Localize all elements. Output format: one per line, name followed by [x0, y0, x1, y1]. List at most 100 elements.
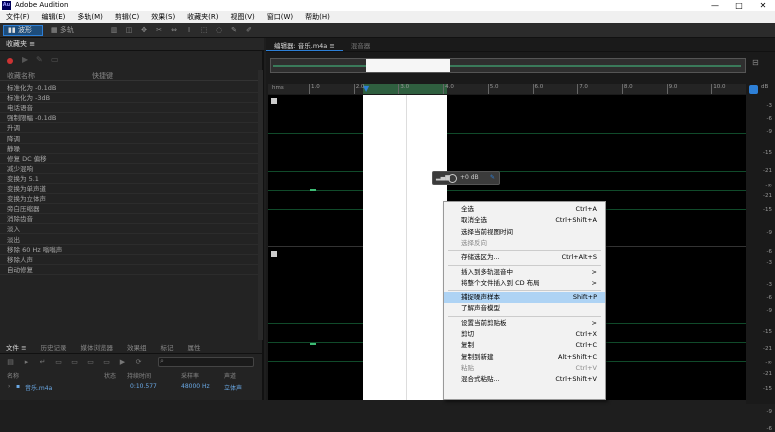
- context-menu-item[interactable]: 复制到新建 Alt+Shift+C: [444, 352, 605, 363]
- favorite-item[interactable]: 淡入: [0, 224, 258, 235]
- tab-history[interactable]: 历史记录: [35, 342, 75, 353]
- favorite-item[interactable]: 降调: [0, 134, 258, 144]
- file-row[interactable]: › ▪ 音乐.m4a 0:10.577 48000 Hz 立体声: [0, 383, 264, 394]
- context-menu-item[interactable]: 混合式粘贴... Ctrl+Shift+V: [444, 374, 605, 385]
- menu-favorites[interactable]: 收藏夹(R): [181, 12, 224, 22]
- razor-tool-icon[interactable]: ✂: [155, 26, 163, 34]
- menu-clip[interactable]: 剪辑(C): [109, 12, 145, 22]
- time-ruler[interactable]: hms ▼ 1.0 2.0 3.0 4.0 5.0 6.0 7.0 8.0 9.0 10.0: [268, 84, 746, 94]
- import-icon[interactable]: ↵: [38, 358, 47, 367]
- favorite-item[interactable]: 淡出: [0, 235, 258, 245]
- maximize-button[interactable]: □: [727, 0, 751, 11]
- tab-mixer[interactable]: 混音器: [343, 40, 379, 51]
- tab-files[interactable]: 文件 ≡: [0, 342, 35, 353]
- edit-icon[interactable]: ✎: [36, 55, 43, 64]
- context-menu-item[interactable]: 剪切 Ctrl+X: [444, 329, 605, 340]
- context-menu-item[interactable]: 全选 Ctrl+A: [444, 204, 605, 215]
- menu-edit[interactable]: 编辑(E): [36, 12, 72, 22]
- favorite-item[interactable]: 移除 60 Hz 嗡嗡声: [0, 245, 258, 255]
- loop-icon[interactable]: ⟳: [134, 358, 143, 367]
- favorite-item[interactable]: 自动修复: [0, 265, 258, 275]
- save-icon[interactable]: ▭: [86, 358, 95, 367]
- column-shortcut: 快捷键: [92, 72, 113, 80]
- menu-item-label: 选择反向: [461, 238, 487, 247]
- menu-help[interactable]: 帮助(H): [299, 12, 336, 22]
- marquee-tool-icon[interactable]: ⬚: [200, 26, 208, 34]
- time-selection-tool-icon[interactable]: I: [185, 26, 193, 34]
- context-menu-item[interactable]: 复制 Ctrl+C: [444, 340, 605, 351]
- favorite-item[interactable]: 静噪: [0, 144, 258, 154]
- healing-tool-icon[interactable]: ✐: [245, 26, 253, 34]
- pitch-icon[interactable]: ◫: [125, 26, 133, 34]
- favorite-item[interactable]: 变换为 5.1: [0, 174, 258, 184]
- gain-knob[interactable]: [448, 174, 457, 183]
- favorite-item[interactable]: 移除人声: [0, 255, 258, 265]
- channel-right-icon[interactable]: [271, 251, 277, 257]
- favorite-item[interactable]: 标准化为 -3dB: [0, 93, 258, 104]
- favorite-item[interactable]: 变换为单声道: [0, 184, 258, 195]
- context-menu-item[interactable]: 了解声音模型: [444, 303, 605, 314]
- zoom-icon[interactable]: ⊟: [752, 58, 759, 67]
- menu-multitrack[interactable]: 多轨(M): [71, 12, 109, 22]
- slip-tool-icon[interactable]: ⇔: [170, 26, 178, 34]
- delete-file-icon[interactable]: ▭: [102, 358, 111, 367]
- context-menu-item[interactable]: 存储选区为... Ctrl+Alt+S: [444, 252, 605, 263]
- menu-item-shortcut: Alt+Shift+C: [557, 352, 597, 361]
- menu-file[interactable]: 文件(F): [0, 12, 36, 22]
- lasso-tool-icon[interactable]: ◌: [215, 26, 223, 34]
- spectral-icon[interactable]: ▥: [110, 26, 118, 34]
- tab-editor[interactable]: 编辑器: 音乐.m4a ≡: [266, 40, 343, 51]
- close-button[interactable]: ✕: [751, 0, 775, 11]
- context-menu-item[interactable]: 粘贴 Ctrl+V: [444, 363, 605, 374]
- context-menu-item[interactable]: 捕捉噪声样本 Shift+P: [444, 292, 605, 304]
- tab-effects-rack[interactable]: 效果组: [121, 342, 155, 353]
- ruler-tick-label: 9.0: [666, 84, 677, 94]
- favorite-item[interactable]: 修复 DC 偏移: [0, 154, 258, 164]
- menu-view[interactable]: 视图(V): [225, 12, 261, 22]
- favorite-item[interactable]: 消除齿音: [0, 214, 258, 225]
- open-file-icon[interactable]: ▸: [22, 358, 31, 367]
- menu-item-label: 捕捉噪声样本: [461, 293, 500, 302]
- close-file-icon[interactable]: ▭: [54, 358, 63, 367]
- new-file-icon[interactable]: ▤: [6, 358, 15, 367]
- menu-window[interactable]: 窗口(W): [261, 12, 299, 22]
- tab-media-browser[interactable]: 媒体浏览器: [75, 342, 122, 353]
- favorite-item[interactable]: 旁白压缩器: [0, 204, 258, 215]
- files-search-input[interactable]: [158, 357, 254, 367]
- record-icon[interactable]: [7, 58, 13, 64]
- play-file-icon[interactable]: ▶: [118, 358, 127, 367]
- tab-properties[interactable]: 属性: [182, 342, 209, 353]
- context-menu-item[interactable]: 设置当前剪贴板 >: [444, 318, 605, 329]
- favorite-item[interactable]: 减少混响: [0, 164, 258, 174]
- insert-icon[interactable]: ▭: [70, 358, 79, 367]
- multitrack-view-button[interactable]: ▦ 多轨: [47, 25, 79, 36]
- context-menu-item[interactable]: 插入到多轨混音中 >: [444, 267, 605, 278]
- context-menu-item[interactable]: 选择当前视图时间: [444, 227, 605, 238]
- favorite-item[interactable]: 标准化为 -0.1dB: [0, 83, 258, 94]
- pin-icon[interactable]: ✎: [490, 172, 495, 184]
- overview-bar[interactable]: [270, 58, 746, 73]
- favorite-item[interactable]: 变换为立体声: [0, 194, 258, 205]
- favorite-item[interactable]: 强制限幅 -0.1dB: [0, 113, 258, 124]
- menu-effects[interactable]: 效果(S): [145, 12, 181, 22]
- loop-icon-editor[interactable]: [749, 85, 758, 94]
- gain-hud[interactable]: ▂▄▆ +0 dB ✎: [432, 171, 500, 185]
- move-tool-icon[interactable]: ✥: [140, 26, 148, 34]
- ruler-tick-label: 3.0: [398, 84, 409, 94]
- overview-visible-range[interactable]: [366, 59, 450, 72]
- brush-tool-icon[interactable]: ✎: [230, 26, 238, 34]
- minimize-button[interactable]: —: [703, 0, 727, 11]
- waveform-view-button[interactable]: ▮▮ 波形: [3, 25, 43, 36]
- context-menu-item[interactable]: 将整个文件插入到 CD 布局 >: [444, 278, 605, 289]
- delete-icon[interactable]: ▭: [51, 55, 59, 64]
- favorites-scrollbar[interactable]: [258, 70, 263, 340]
- favorite-item[interactable]: 升调: [0, 123, 258, 134]
- context-menu-item[interactable]: 选择反向: [444, 238, 605, 249]
- channel-left-icon[interactable]: [271, 98, 277, 104]
- favorite-item[interactable]: 电话语音: [0, 103, 258, 114]
- expand-icon[interactable]: ›: [8, 383, 10, 390]
- context-menu-item[interactable]: 取消全选 Ctrl+Shift+A: [444, 215, 605, 226]
- time-selection[interactable]: [363, 95, 447, 400]
- play-icon[interactable]: ▶: [22, 55, 28, 64]
- tab-markers[interactable]: 标记: [155, 342, 182, 353]
